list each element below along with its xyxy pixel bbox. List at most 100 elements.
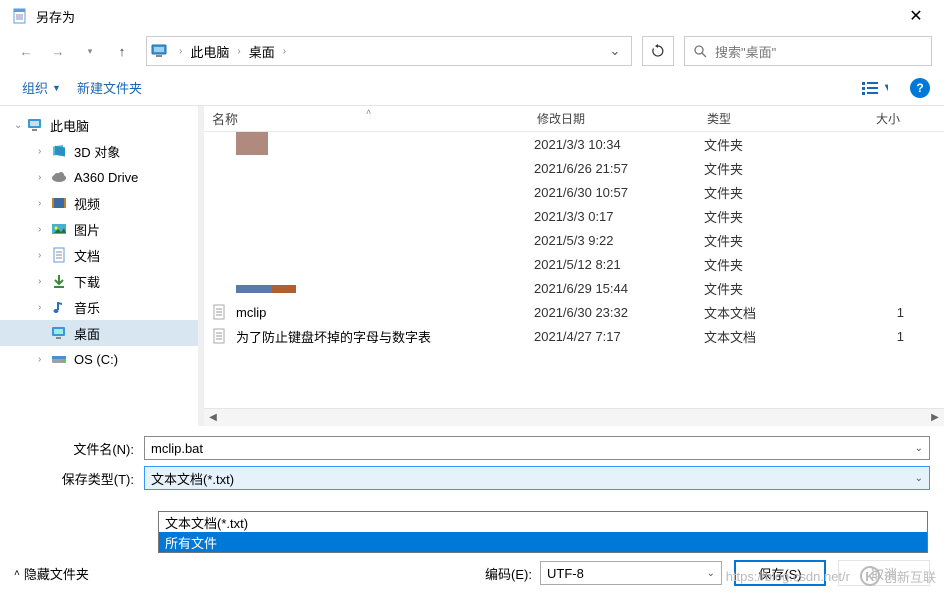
filetype-dropdown[interactable]: 文本文档(*.txt) 所有文件 [158, 511, 928, 553]
file-row[interactable]: 2021/5/12 8:21文件夹 [204, 252, 944, 276]
file-date: 2021/6/26 21:57 [534, 161, 704, 176]
file-list[interactable]: 2021/3/3 10:34文件夹2021/6/26 21:57文件夹2021/… [204, 132, 944, 408]
file-row[interactable]: 为了防止键盘坏掉的字母与数字表2021/4/27 7:17文本文档1 [204, 324, 944, 348]
column-headers: ˄名称 修改日期 类型 大小 [204, 106, 944, 132]
back-button[interactable]: ← [12, 37, 40, 65]
file-type: 文件夹 [704, 159, 854, 178]
pic-icon [50, 221, 68, 237]
file-name: 为了防止键盘坏掉的字母与数字表 [236, 327, 534, 346]
dropdown-option[interactable]: 所有文件 [159, 532, 927, 552]
new-folder-button[interactable]: 新建文件夹 [69, 74, 150, 101]
dropdown-option[interactable]: 文本文档(*.txt) [159, 512, 927, 532]
chevron-down-icon[interactable]: ⌄ [707, 568, 715, 579]
filename-label: 文件名(N): [14, 439, 144, 458]
svg-text:▼: ▼ [882, 80, 888, 95]
address-dropdown[interactable]: ⌄ [603, 43, 627, 59]
file-type: 文件夹 [704, 231, 854, 250]
breadcrumb-item[interactable]: 此电脑 [186, 42, 233, 61]
chevron-icon[interactable]: › [38, 198, 50, 209]
file-row[interactable]: 2021/3/3 10:34文件夹 [204, 132, 944, 156]
text-file-icon [212, 303, 232, 321]
refresh-button[interactable] [642, 36, 674, 66]
chevron-icon[interactable]: › [38, 250, 50, 261]
horizontal-scrollbar[interactable]: ◀ ▶ [204, 408, 944, 426]
chevron-icon[interactable]: › [38, 302, 50, 313]
file-type: 文本文档 [704, 303, 854, 322]
address-bar[interactable]: › 此电脑 › 桌面 › ⌄ [146, 36, 632, 66]
col-date[interactable]: 修改日期 [529, 110, 699, 127]
doc-icon [50, 247, 68, 263]
chevron-icon[interactable]: › [38, 276, 50, 287]
col-size[interactable]: 大小 [849, 110, 909, 127]
sidebar-item-video[interactable]: ›视频 [0, 190, 198, 216]
filetype-select[interactable]: 文本文档(*.txt) ⌄ [144, 466, 930, 490]
hide-folders-toggle[interactable]: ˄ 隐藏文件夹 [14, 564, 89, 583]
encoding-select[interactable]: UTF-8 ⌄ [540, 561, 722, 585]
sidebar-item-doc[interactable]: ›文档 [0, 242, 198, 268]
file-row[interactable]: 2021/3/3 0:17文件夹 [204, 204, 944, 228]
breadcrumb-item[interactable]: 桌面 [245, 42, 279, 61]
file-type: 文件夹 [704, 183, 854, 202]
sidebar-item-music[interactable]: ›音乐 [0, 294, 198, 320]
close-button[interactable]: ✕ [896, 0, 936, 32]
window-title: 另存为 [36, 7, 896, 26]
sort-asc-icon: ˄ [366, 107, 371, 117]
file-row[interactable]: 2021/6/26 21:57文件夹 [204, 156, 944, 180]
chevron-icon[interactable]: › [38, 354, 50, 365]
sidebar-item-down[interactable]: ›下载 [0, 268, 198, 294]
breadcrumb[interactable]: › 此电脑 › 桌面 › [175, 42, 603, 61]
folder-icon [212, 183, 232, 201]
up-button[interactable]: ↑ [108, 37, 136, 65]
file-row[interactable]: 2021/6/30 10:57文件夹 [204, 180, 944, 204]
chevron-down-icon[interactable]: ⌄ [915, 473, 923, 484]
sidebar-item-drive[interactable]: ›OS (C:) [0, 346, 198, 372]
sidebar: ⌄ 此电脑 ›3D 对象›A360 Drive›视频›图片›文档›下载›音乐桌面… [0, 106, 198, 426]
text-file-icon [212, 327, 232, 345]
cloud-icon [50, 169, 68, 185]
file-name: mclip [236, 305, 534, 320]
sidebar-item-cloud[interactable]: ›A360 Drive [0, 164, 198, 190]
nav-bar: ← → ▾ ↑ › 此电脑 › 桌面 › ⌄ 搜索"桌面" [0, 32, 944, 70]
monitor-icon [26, 117, 44, 133]
file-type: 文件夹 [704, 135, 854, 154]
history-caret[interactable]: ▾ [76, 37, 104, 65]
search-input[interactable]: 搜索"桌面" [684, 36, 932, 66]
chevron-down-icon[interactable]: ⌄ [915, 443, 923, 454]
sidebar-item-desktop[interactable]: 桌面 [0, 320, 198, 346]
3d-icon [50, 143, 68, 159]
forward-button[interactable]: → [44, 37, 72, 65]
save-form: 文件名(N): mclip.bat ⌄ 保存类型(T): 文本文档(*.txt)… [0, 426, 944, 490]
folder-icon [212, 255, 232, 273]
view-menu-icon[interactable]: ▼ [862, 80, 888, 96]
down-icon [50, 273, 68, 289]
sidebar-item-pic[interactable]: ›图片 [0, 216, 198, 242]
scroll-right-icon[interactable]: ▶ [926, 412, 944, 423]
filetype-label: 保存类型(T): [14, 469, 144, 488]
scroll-left-icon[interactable]: ◀ [204, 412, 222, 423]
folder-icon [212, 135, 232, 153]
file-date: 2021/3/3 10:34 [534, 137, 704, 152]
filename-input[interactable]: mclip.bat ⌄ [144, 436, 930, 460]
chevron-icon[interactable]: › [38, 172, 50, 183]
sidebar-item-3d[interactable]: ›3D 对象 [0, 138, 198, 164]
file-row[interactable]: mclip2021/6/30 23:32文本文档1 [204, 300, 944, 324]
chevron-icon[interactable]: › [38, 224, 50, 235]
chevron-up-icon: ˄ [14, 568, 20, 579]
file-type: 文本文档 [704, 327, 854, 346]
desktop-icon [50, 325, 68, 341]
file-row[interactable]: 2021/5/3 9:22文件夹 [204, 228, 944, 252]
col-type[interactable]: 类型 [699, 110, 849, 127]
chevron-down-icon[interactable]: ⌄ [14, 120, 26, 131]
col-name[interactable]: ˄名称 [204, 109, 529, 128]
help-icon[interactable]: ? [910, 78, 930, 98]
toolbar: 组织▼ 新建文件夹 ▼ ? [0, 70, 944, 106]
organize-menu[interactable]: 组织▼ [14, 74, 69, 101]
chevron-icon[interactable]: › [38, 146, 50, 157]
file-date: 2021/6/29 15:44 [534, 281, 704, 296]
file-date: 2021/6/30 23:32 [534, 305, 704, 320]
file-date: 2021/3/3 0:17 [534, 209, 704, 224]
file-row[interactable]: 2021/6/29 15:44文件夹 [204, 276, 944, 300]
file-size: 1 [854, 305, 904, 320]
file-date: 2021/5/12 8:21 [534, 257, 704, 272]
tree-root-thispc[interactable]: ⌄ 此电脑 [0, 112, 198, 138]
